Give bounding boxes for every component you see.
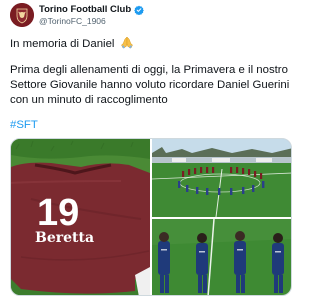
jersey-sponsor: Beretta — [35, 230, 94, 246]
verified-badge-icon — [134, 5, 145, 15]
hashtag-link[interactable]: #SFT — [10, 118, 292, 133]
avatar[interactable] — [10, 3, 34, 27]
tweet-text-body: Prima degli allenamenti di oggi, la Prim… — [10, 64, 290, 106]
tweet-text-line1: In memoria di Daniel — [10, 36, 292, 52]
team-photos — [152, 139, 291, 295]
author-handle[interactable]: @TorinoFC_1906 — [39, 16, 144, 27]
author-display-name[interactable]: Torino Football Club — [39, 4, 131, 16]
tweet-text-title: In memoria di Daniel — [10, 38, 115, 50]
tweet-header: Torino Football Club @TorinoFC_1906 — [10, 3, 290, 29]
jersey-number: 19 — [37, 192, 79, 234]
torino-bull-crest-icon — [10, 3, 34, 27]
jersey-photo[interactable]: 19 Beretta — [11, 139, 150, 295]
tweet-media[interactable]: 19 Beretta — [10, 138, 292, 296]
players-closeup-photo[interactable] — [152, 219, 291, 295]
folded-hands-icon — [120, 36, 133, 49]
team-circle-photo[interactable] — [152, 139, 291, 217]
